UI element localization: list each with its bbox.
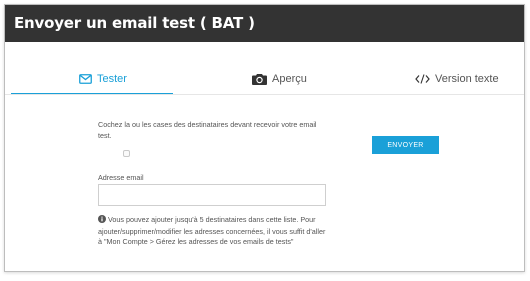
camera-icon xyxy=(252,73,267,85)
tab-tester-label: Tester xyxy=(97,73,127,85)
tab-divider xyxy=(5,94,524,95)
tab-tester[interactable]: Tester xyxy=(79,70,127,88)
tab-version-texte[interactable]: Version texte xyxy=(415,70,499,88)
recipient-checkbox[interactable] xyxy=(123,150,130,157)
code-icon xyxy=(415,74,430,84)
tab-apercu[interactable]: Aperçu xyxy=(252,70,307,88)
recipients-instructions: Cochez la ou les cases des destinataires… xyxy=(98,120,317,140)
info-circle-icon xyxy=(98,215,106,227)
tab-version-texte-label: Version texte xyxy=(435,73,499,85)
send-button[interactable]: ENVOYER xyxy=(372,136,439,154)
tab-bar: Tester Aperçu Version texte xyxy=(5,42,524,95)
help-text-content: Vous pouvez ajouter jusqu'à 5 destinatai… xyxy=(98,215,326,246)
test-email-modal: Envoyer un email test ( BAT ) Tester Ape… xyxy=(4,4,525,272)
email-input[interactable] xyxy=(98,184,326,206)
tab-apercu-label: Aperçu xyxy=(272,73,307,85)
help-text: Vous pouvez ajouter jusqu'à 5 destinatai… xyxy=(98,215,330,248)
modal-title: Envoyer un email test ( BAT ) xyxy=(5,5,524,42)
email-label: Adresse email xyxy=(98,173,144,182)
envelope-icon xyxy=(79,74,92,84)
